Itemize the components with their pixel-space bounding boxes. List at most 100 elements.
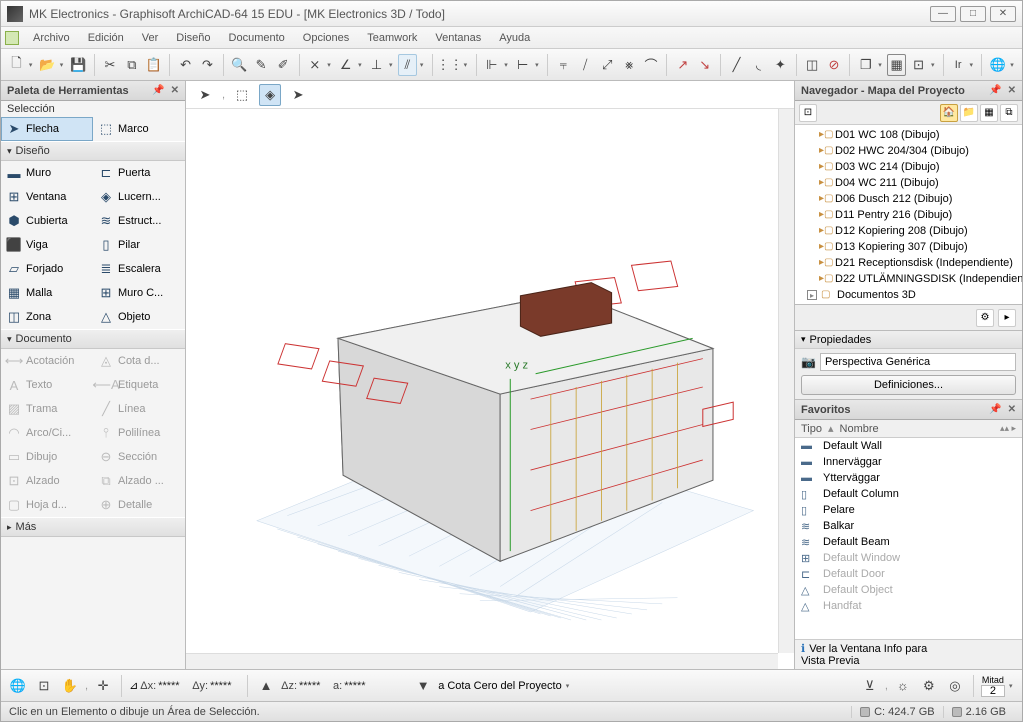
tool-viga[interactable]: ⬛Viga — [1, 233, 93, 257]
favorite-item[interactable]: ⊏Default Door — [795, 566, 1022, 582]
snap-angle-icon[interactable]: ∠ — [336, 54, 355, 76]
dropdown-icon[interactable]: ▾ — [327, 61, 333, 69]
selpoly-icon[interactable]: ◈ — [259, 84, 281, 106]
pin-icon[interactable]: 📌 — [989, 404, 1001, 415]
favorite-item[interactable]: △Handfat — [795, 598, 1022, 614]
favorite-item[interactable]: ▯Pelare — [795, 502, 1022, 518]
tool-etiqueta[interactable]: ⟵AEtiqueta — [93, 373, 185, 397]
dropdown-icon[interactable]: ▾ — [566, 682, 573, 690]
favorite-item[interactable]: ≋Default Beam — [795, 534, 1022, 550]
dropdown-icon[interactable]: ▾ — [931, 61, 937, 69]
3d-viewport[interactable]: x y z — [186, 109, 794, 669]
tool-puerta[interactable]: ⊏Puerta — [93, 161, 185, 185]
tree-item[interactable]: ▸▢D22 UTLÄMNINGSDISK (Independiente) — [795, 271, 1022, 287]
resize-icon[interactable]: ↗ — [673, 54, 692, 76]
menu-ventanas[interactable]: Ventanas — [427, 30, 489, 46]
tool-objeto[interactable]: △Objeto — [93, 305, 185, 329]
pin-icon[interactable]: 📌 — [152, 85, 164, 96]
globe-icon[interactable]: 🌐 — [988, 54, 1007, 76]
tool-detalle[interactable]: ⊕Detalle — [93, 493, 185, 517]
datum-icon[interactable]: ▼ — [412, 675, 434, 697]
eyedrop-icon[interactable]: ✐ — [274, 54, 293, 76]
menu-diseno[interactable]: Diseño — [168, 30, 218, 46]
tree-item[interactable]: ▸▢Documentos 3D — [795, 287, 1022, 303]
menu-opciones[interactable]: Opciones — [295, 30, 357, 46]
dropdown-icon[interactable]: ▾ — [504, 61, 510, 69]
tree-item[interactable]: ▸▢D12 Kopiering 208 (Dibujo) — [795, 223, 1022, 239]
tool-ventana[interactable]: ⊞Ventana — [1, 185, 93, 209]
nav-settings-icon[interactable]: ⚙ — [976, 309, 994, 327]
hand-icon[interactable]: ✋ — [59, 675, 81, 697]
fillet-icon[interactable]: ⌒ — [642, 54, 661, 76]
section-documento[interactable]: Documento — [1, 329, 185, 349]
tree-item[interactable]: ▸▢D04 WC 211 (Dibujo) — [795, 175, 1022, 191]
tool-arco[interactable]: ◠Arco/Ci... — [1, 421, 93, 445]
properties-name-input[interactable] — [820, 353, 1016, 371]
arc-tool-icon[interactable]: ◟ — [749, 54, 768, 76]
dropdown-icon[interactable]: ▾ — [1009, 682, 1016, 690]
trim-icon[interactable]: ⫧ — [554, 54, 573, 76]
maximize-button[interactable]: □ — [960, 6, 986, 22]
dropdown-icon[interactable]: ▾ — [878, 61, 884, 69]
redo-icon[interactable]: ↷ — [198, 54, 217, 76]
dropdown-icon[interactable]: ▾ — [970, 61, 976, 69]
align-icon[interactable]: ⊩ — [482, 54, 501, 76]
close-icon[interactable]: ✕ — [1008, 404, 1016, 415]
favorite-item[interactable]: ▬Default Wall — [795, 438, 1022, 454]
nav-pub-icon[interactable]: ⧉ — [1000, 104, 1018, 122]
wand-icon[interactable]: ✦ — [771, 54, 790, 76]
tool-lucern[interactable]: ◈Lucern... — [93, 185, 185, 209]
favorite-item[interactable]: △Default Object — [795, 582, 1022, 598]
stretch-icon[interactable]: ↘ — [695, 54, 714, 76]
target-icon[interactable]: ◎ — [944, 675, 966, 697]
undo-icon[interactable]: ↶ — [176, 54, 195, 76]
tool-cotad[interactable]: ◬Cota d... — [93, 349, 185, 373]
favorite-item[interactable]: ≋Balkar — [795, 518, 1022, 534]
section-diseno[interactable]: Diseño — [1, 141, 185, 161]
tool-muroc[interactable]: ⊞Muro C... — [93, 281, 185, 305]
menu-archivo[interactable]: Archivo — [25, 30, 78, 46]
tool-cubierta[interactable]: ⬢Cubierta — [1, 209, 93, 233]
pin-icon[interactable]: 📌 — [989, 85, 1001, 96]
favorites-list[interactable]: ▬Default Wall▬Innerväggar▬Ytterväggar▯De… — [795, 438, 1022, 639]
open-icon[interactable]: 📂 — [38, 54, 57, 76]
split-icon[interactable]: ⧸ — [576, 54, 595, 76]
tool-acotacion[interactable]: ⟷Acotación — [1, 349, 93, 373]
save-icon[interactable]: 💾 — [69, 54, 88, 76]
sun-icon[interactable]: ☼ — [892, 675, 914, 697]
tree-item[interactable]: ▸▢D02 HWC 204/304 (Dibujo) — [795, 143, 1022, 159]
nav-project-icon[interactable]: 🏠 — [940, 104, 958, 122]
trace-icon[interactable]: ⊡ — [909, 54, 928, 76]
dropdown-icon[interactable]: ▾ — [29, 61, 35, 69]
dropdown-icon[interactable]: ▾ — [464, 61, 470, 69]
snap-icon[interactable]: ⨯ — [305, 54, 324, 76]
nav-view-icon[interactable]: 📁 — [960, 104, 978, 122]
nav-layout-icon[interactable]: ▦ — [980, 104, 998, 122]
selbox-icon[interactable]: ⬚ — [231, 84, 253, 106]
favorite-item[interactable]: ▯Default Column — [795, 486, 1022, 502]
line-tool-icon[interactable]: ╱ — [727, 54, 746, 76]
tree-item[interactable]: ▸▢D13 Kopiering 307 (Dibujo) — [795, 239, 1022, 255]
document-icon[interactable] — [5, 31, 19, 45]
tool-muro[interactable]: ▬Muro — [1, 161, 93, 185]
close-icon[interactable]: ✕ — [171, 85, 179, 96]
suspend-icon[interactable]: ⊘ — [825, 54, 844, 76]
tool-marco[interactable]: ⬚Marco — [93, 117, 185, 141]
elev-icon[interactable]: ▲ — [255, 675, 277, 697]
intersect-icon[interactable]: ⨳ — [620, 54, 639, 76]
origin-btn-icon[interactable]: ✛ — [92, 675, 114, 697]
gravity-icon[interactable]: ⊻ — [859, 675, 881, 697]
tool-hoja[interactable]: ▢Hoja d... — [1, 493, 93, 517]
dropdown-icon[interactable]: ▾ — [60, 61, 66, 69]
tree-item[interactable]: ▸▢D03 WC 214 (Dibujo) — [795, 159, 1022, 175]
viewport-scrollbar-v[interactable] — [778, 109, 794, 653]
menu-documento[interactable]: Documento — [221, 30, 293, 46]
tool-alzado2[interactable]: ⧉Alzado ... — [93, 469, 185, 493]
section-icon[interactable]: ◫ — [803, 54, 822, 76]
ir-label[interactable]: Ir — [950, 54, 967, 76]
tool-trama[interactable]: ▨Trama — [1, 397, 93, 421]
dropdown-icon[interactable]: ▾ — [535, 61, 541, 69]
close-icon[interactable]: ✕ — [1008, 85, 1016, 96]
toggle-icon[interactable]: ❐ — [856, 54, 875, 76]
align2-icon[interactable]: ⊢ — [513, 54, 532, 76]
